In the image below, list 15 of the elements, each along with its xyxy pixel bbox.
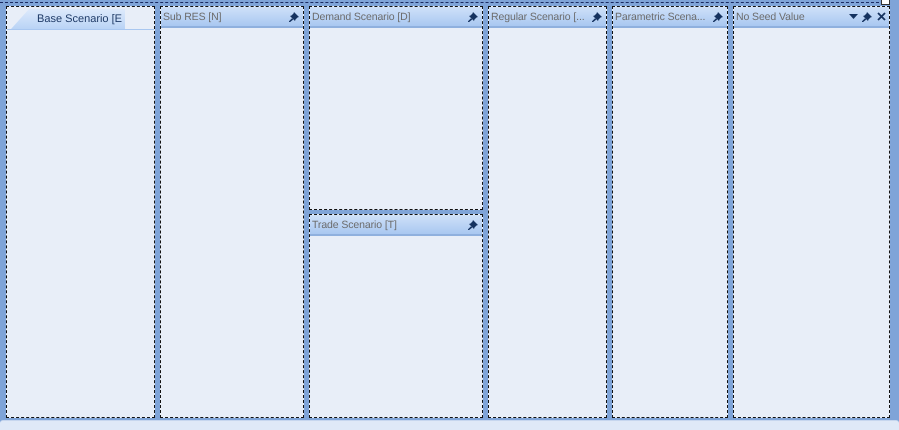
pin-icon[interactable] bbox=[468, 11, 479, 22]
document-tab[interactable]: Base Scenario [E bbox=[11, 9, 125, 29]
pane-title: Demand Scenario [D] bbox=[312, 10, 412, 22]
pin-icon[interactable] bbox=[468, 219, 479, 230]
pane-title: Trade Scenario [T] bbox=[312, 218, 398, 230]
pin-icon[interactable] bbox=[592, 11, 603, 22]
pane-title: Regular Scenario [... bbox=[491, 10, 586, 22]
caret-icon[interactable] bbox=[849, 14, 858, 20]
pane-title: Sub RES [N] bbox=[163, 10, 222, 22]
pin-icon[interactable] bbox=[862, 11, 873, 22]
close-icon[interactable] bbox=[877, 12, 886, 21]
pin-icon[interactable] bbox=[289, 11, 300, 22]
pane-title: Parametric Scena... bbox=[615, 10, 706, 22]
pane-title: No Seed Value bbox=[736, 10, 806, 22]
pin-icon[interactable] bbox=[713, 11, 724, 22]
